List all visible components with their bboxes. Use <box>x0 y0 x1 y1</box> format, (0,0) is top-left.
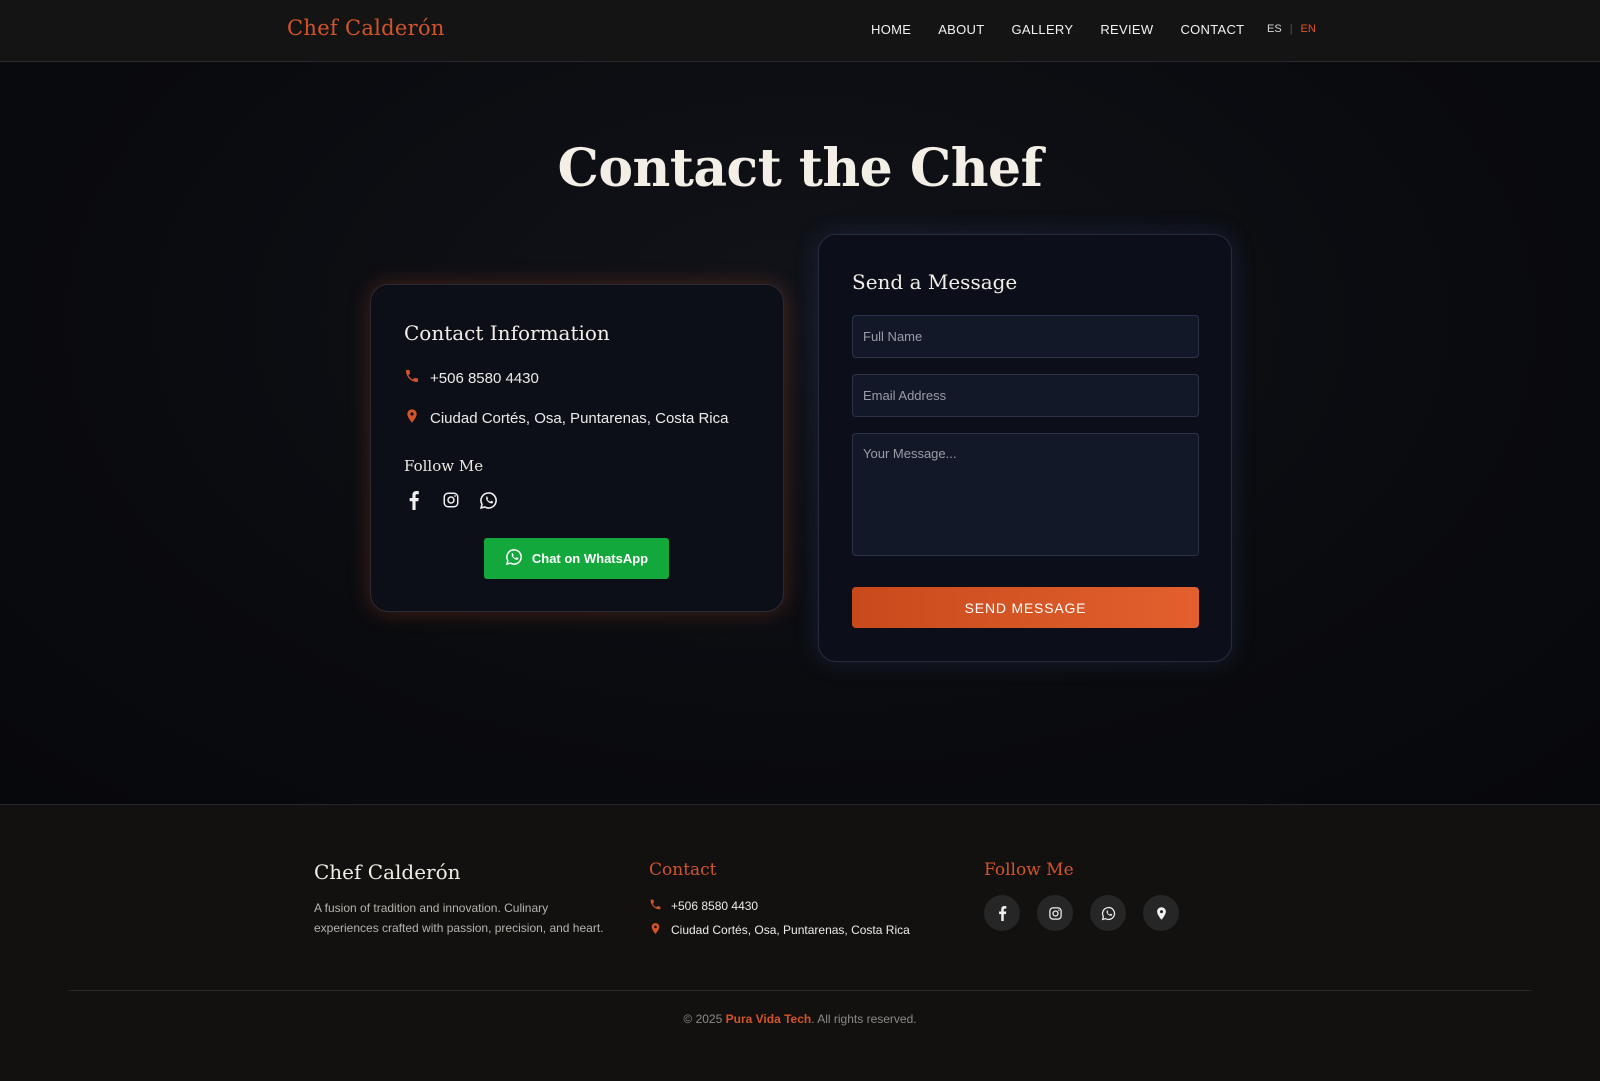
form-title: Send a Message <box>852 270 1018 294</box>
instagram-icon[interactable] <box>1037 895 1073 931</box>
map-pin-icon <box>404 408 420 428</box>
company-link[interactable]: Pura Vida Tech <box>726 1012 812 1026</box>
footer-divider <box>68 990 1532 991</box>
send-message-button[interactable]: SEND MESSAGE <box>852 587 1199 628</box>
footer-phone-text: +506 8580 4430 <box>671 899 759 913</box>
footer-social-icons <box>984 895 1179 931</box>
facebook-icon[interactable] <box>984 895 1020 931</box>
message-form-card: Send a Message SEND MESSAGE <box>818 234 1232 662</box>
nav-link-contact[interactable]: CONTACT <box>1180 22 1244 37</box>
nav-links: HOME ABOUT GALLERY REVIEW CONTACT <box>871 22 1244 37</box>
nav-link-about[interactable]: ABOUT <box>938 22 984 37</box>
footer-address-text: Ciudad Cortés, Osa, Puntarenas, Costa Ri… <box>671 923 910 937</box>
brand-logo[interactable]: Chef Calderón <box>287 16 445 40</box>
nav-link-gallery[interactable]: GALLERY <box>1012 22 1074 37</box>
full-name-input[interactable] <box>852 315 1199 358</box>
lang-es[interactable]: ES <box>1267 23 1282 35</box>
footer-address-row: Ciudad Cortés, Osa, Puntarenas, Costa Ri… <box>649 922 910 938</box>
footer-phone-row: +506 8580 4430 <box>649 898 758 914</box>
copyright: © 2025 Pura Vida Tech. All rights reserv… <box>0 1012 1600 1026</box>
language-switcher: ES | EN <box>1267 23 1316 35</box>
chat-whatsapp-button[interactable]: Chat on WhatsApp <box>484 538 669 579</box>
footer-follow-title: Follow Me <box>984 860 1074 880</box>
copyright-suffix: . All rights reserved. <box>811 1012 917 1026</box>
phone-icon <box>404 368 420 388</box>
footer-brand: Chef Calderón <box>314 860 461 884</box>
whatsapp-button-icon <box>505 548 523 569</box>
main-section: Contact the Chef Contact Information +50… <box>0 62 1600 804</box>
contact-info-title: Contact Information <box>404 321 610 345</box>
facebook-icon[interactable] <box>404 490 424 510</box>
lang-en[interactable]: EN <box>1301 23 1316 35</box>
footer: Chef Calderón A fusion of tradition and … <box>0 804 1600 1081</box>
phone-icon <box>649 898 662 914</box>
email-input[interactable] <box>852 374 1199 417</box>
map-pin-icon <box>649 922 662 938</box>
address-row: Ciudad Cortés, Osa, Puntarenas, Costa Ri… <box>404 408 728 428</box>
copyright-prefix: © 2025 <box>683 1012 723 1026</box>
instagram-icon[interactable] <box>441 490 461 510</box>
whatsapp-button-label: Chat on WhatsApp <box>531 551 649 566</box>
address-text: Ciudad Cortés, Osa, Puntarenas, Costa Ri… <box>430 409 729 427</box>
follow-me-label: Follow Me <box>404 457 484 475</box>
map-pin-icon[interactable] <box>1143 895 1179 931</box>
whatsapp-icon[interactable] <box>1090 895 1126 931</box>
whatsapp-icon[interactable] <box>478 490 498 510</box>
phone-row: +506 8580 4430 <box>404 368 539 388</box>
nav-link-home[interactable]: HOME <box>871 22 911 37</box>
social-icons <box>404 490 498 510</box>
message-textarea[interactable] <box>852 433 1199 556</box>
lang-separator: | <box>1289 23 1293 35</box>
phone-text: +506 8580 4430 <box>430 369 539 387</box>
footer-contact-title: Contact <box>649 860 717 880</box>
footer-description: A fusion of tradition and innovation. Cu… <box>314 901 604 935</box>
page-title: Contact the Chef <box>557 138 1043 199</box>
contact-info-card: Contact Information +506 8580 4430 Ciuda… <box>370 284 784 612</box>
nav-link-review[interactable]: REVIEW <box>1100 22 1153 37</box>
navbar: Chef Calderón HOME ABOUT GALLERY REVIEW … <box>0 0 1600 62</box>
